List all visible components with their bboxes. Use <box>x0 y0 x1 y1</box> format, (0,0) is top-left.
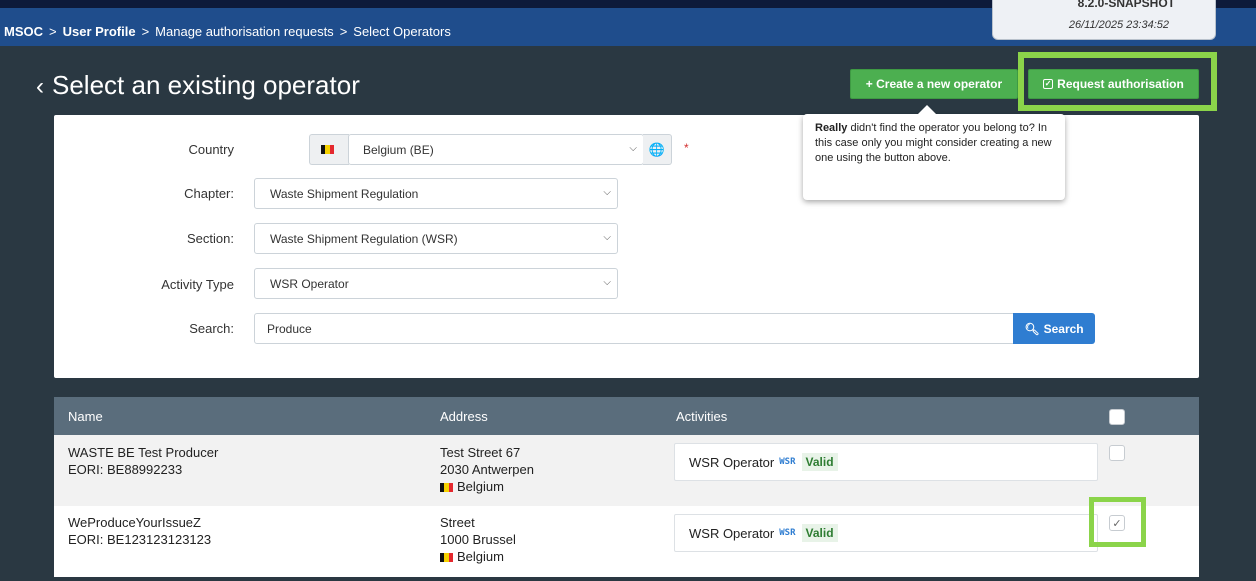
build-timestamp: 26/11/2025 23:34:52 <box>1068 19 1169 31</box>
address-cell: Test Street 67 2030 Antwerpen Belgium <box>440 444 534 495</box>
create-operator-button[interactable]: + Create a new operator <box>850 69 1018 99</box>
search-value: Produce <box>267 321 312 336</box>
column-name: Name <box>68 409 103 424</box>
column-activities: Activities <box>676 409 728 424</box>
chevron-down-icon: ⌵ <box>603 187 611 198</box>
search-label-wrap: Search: <box>54 321 234 341</box>
operator-name-cell: WASTE BE Test Producer EORI: BE88992233 <box>68 444 218 478</box>
breadcrumb-select-operators: Select Operators <box>353 24 451 39</box>
breadcrumb-separator: > <box>141 24 150 39</box>
search-button[interactable]: 🔍︎ Search <box>1013 313 1095 344</box>
column-address: Address <box>440 409 488 424</box>
address-street: Street <box>440 515 475 530</box>
activity-label: WSR Operator <box>689 525 775 541</box>
country-label-wrap: Country <box>54 142 234 162</box>
activity-type-label-wrap: Activity Type <box>54 277 234 297</box>
address-country-name: Belgium <box>457 479 504 494</box>
activity-label: WSR Operator <box>689 454 775 470</box>
search-label: Search: <box>189 321 234 336</box>
table-row[interactable]: WeProduceYourIssueZ EORI: BE123123123123… <box>54 506 1199 577</box>
breadcrumb-user-profile[interactable]: User Profile <box>63 24 136 39</box>
page-title: ‹ Select an existing operator <box>36 70 360 101</box>
section-label-wrap: Section: <box>54 231 234 251</box>
chapter-label: Chapter: <box>184 186 234 201</box>
operator-eori: EORI: BE88992233 <box>68 462 183 477</box>
belgium-flag-icon <box>440 483 453 492</box>
section-label: Section: <box>187 231 234 246</box>
address-country-name: Belgium <box>457 549 504 564</box>
address-country: Belgium <box>440 548 516 565</box>
chevron-down-icon: ⌵ <box>603 232 611 243</box>
help-tooltip: Really didn't find the operator you belo… <box>803 105 1065 200</box>
status-badge: Valid <box>801 453 838 471</box>
breadcrumb-manage-requests[interactable]: Manage authorisation requests <box>155 24 334 39</box>
activity-code: WSR <box>779 457 796 467</box>
belgium-flag-icon <box>440 553 453 562</box>
activity-code: WSR <box>779 528 796 538</box>
address-city: 1000 Brussel <box>440 532 516 547</box>
required-marker: * <box>684 141 689 155</box>
operators-table: Name Address Activities WASTE BE Test Pr… <box>54 397 1199 581</box>
country-flag-box <box>309 134 349 165</box>
tooltip-text: didn't find the operator you belong to? … <box>815 122 1052 164</box>
breadcrumb-separator: > <box>49 24 57 39</box>
activity-box: WSR Operator WSR Valid <box>674 514 1098 552</box>
search-input[interactable]: Produce <box>254 313 1014 344</box>
chapter-label-wrap: Chapter: <box>54 186 234 206</box>
activity-type-value: WSR Operator <box>270 276 349 291</box>
chevron-down-icon: ⌵ <box>629 143 637 154</box>
search-button-label: Search <box>1043 321 1084 336</box>
country-label: Country <box>188 142 234 157</box>
select-all-checkbox[interactable] <box>1109 409 1125 425</box>
country-value: Belgium (BE) <box>363 142 434 157</box>
address-country: Belgium <box>440 478 534 495</box>
section-value: Waste Shipment Regulation (WSR) <box>270 231 458 246</box>
address-cell: Street 1000 Brussel Belgium <box>440 514 516 565</box>
highlight-request-button <box>1018 52 1217 111</box>
table-header: Name Address Activities <box>54 397 1199 435</box>
address-street: Test Street 67 <box>440 445 521 460</box>
operator-name: WeProduceYourIssueZ <box>68 515 201 530</box>
section-select[interactable]: Waste Shipment Regulation (WSR) ⌵ <box>254 223 618 254</box>
breadcrumb-separator: > <box>339 24 348 39</box>
version-label: 8.2.0-SNAPSHOT <box>1077 0 1175 10</box>
table-row[interactable]: WASTE BE Test Producer EORI: BE88992233 … <box>54 435 1199 506</box>
chevron-left-icon[interactable]: ‹ <box>36 73 44 100</box>
activity-type-select[interactable]: WSR Operator ⌵ <box>254 268 618 299</box>
activity-box: WSR Operator WSR Valid <box>674 443 1098 481</box>
operator-eori: EORI: BE123123123123 <box>68 532 212 547</box>
search-icon: 🔍︎ <box>1024 321 1040 336</box>
address-city: 2030 Antwerpen <box>440 462 534 477</box>
operator-name-cell: WeProduceYourIssueZ EORI: BE123123123123 <box>68 514 211 548</box>
highlight-checkbox <box>1089 497 1146 547</box>
activity-type-label: Activity Type <box>161 277 234 292</box>
breadcrumb-root[interactable]: MSOC <box>4 24 43 39</box>
status-badge: Valid <box>801 524 838 542</box>
chevron-down-icon: ⌵ <box>603 277 611 288</box>
tooltip-bold: Really <box>815 122 848 134</box>
operator-name: WASTE BE Test Producer <box>68 445 219 460</box>
version-panel: 8.2.0-SNAPSHOT 26/11/2025 23:34:52 <box>992 0 1216 40</box>
chapter-select[interactable]: Waste Shipment Regulation ⌵ <box>254 178 618 209</box>
chapter-value: Waste Shipment Regulation <box>270 186 419 201</box>
row-select-checkbox[interactable] <box>1109 445 1125 461</box>
globe-icon[interactable]: 🌐 <box>643 134 672 165</box>
page-title-text: Select an existing operator <box>52 70 360 100</box>
country-select[interactable]: Belgium (BE) ⌵ <box>348 134 644 165</box>
belgium-flag-icon <box>321 145 334 154</box>
breadcrumb: MSOC > User Profile > Manage authorisation r… <box>4 24 451 39</box>
